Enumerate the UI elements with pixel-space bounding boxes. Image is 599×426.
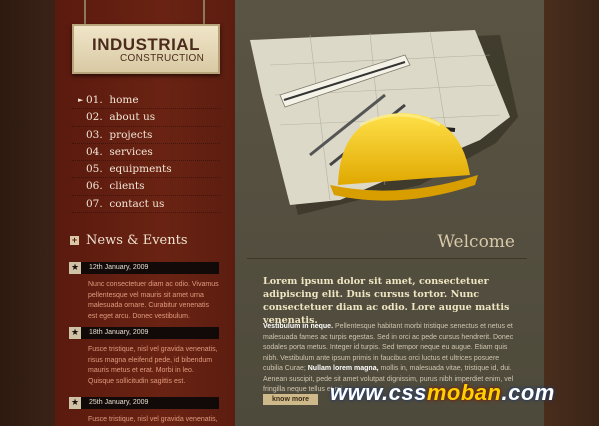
news-text: Fusce tristique, nisl vel gravida venena… [88, 346, 218, 385]
news-text: Nunc consectetuer diam ac odio. Vivamus … [88, 281, 219, 320]
news-item: ★ 12th January, 2009 Nunc consectetuer di… [69, 262, 219, 322]
nav-item-equipments[interactable]: 05. equipments [72, 161, 220, 179]
news-item: ★ 18th January, 2009 Fusce tristique, nis… [69, 327, 219, 387]
news-heading: + News & Events [70, 233, 188, 248]
nav-item-about-us[interactable]: 02. about us [72, 109, 220, 127]
nav-item-home[interactable]: ► 01. home [72, 92, 220, 110]
welcome-heading: Welcome [437, 232, 515, 252]
watermark: www.cssmoban.com [330, 380, 555, 405]
news-date-bar: ★ 12th January, 2009 [69, 262, 219, 274]
news-item: ★ 25th January, 2009 Fusce tristique, nis… [69, 397, 219, 426]
star-icon: ★ [69, 262, 81, 274]
logo-title: INDUSTRIAL [92, 35, 200, 54]
know-more-button[interactable]: know more [263, 394, 318, 405]
nav-item-contact-us[interactable]: 07. contact us [72, 196, 220, 214]
logo-subtitle: CONSTRUCTION [120, 53, 205, 64]
active-arrow-icon: ► [78, 96, 84, 104]
site-logo[interactable]: INDUSTRIAL CONSTRUCTION [72, 24, 220, 74]
left-background [0, 0, 55, 426]
divider [247, 258, 527, 259]
right-background [542, 0, 599, 426]
news-text: Fusce tristique, nisl vel gravida venena… [88, 416, 218, 423]
star-icon: ★ [69, 327, 81, 339]
star-icon: ★ [69, 397, 81, 409]
nav-item-projects[interactable]: 03. projects [72, 127, 220, 144]
hero-image [250, 30, 518, 215]
nav-item-clients[interactable]: 06. clients [72, 178, 220, 196]
plus-icon: + [70, 235, 79, 245]
news-date-bar: ★ 25th January, 2009 [69, 397, 219, 409]
intro-text: Lorem ipsum dolor sit amet, consectetuer… [263, 276, 510, 326]
main-nav: ► 01. home 02. about us 03. projects 04. … [72, 92, 220, 214]
nav-item-services[interactable]: 04. services [72, 144, 220, 162]
news-date-bar: ★ 18th January, 2009 [69, 327, 219, 339]
